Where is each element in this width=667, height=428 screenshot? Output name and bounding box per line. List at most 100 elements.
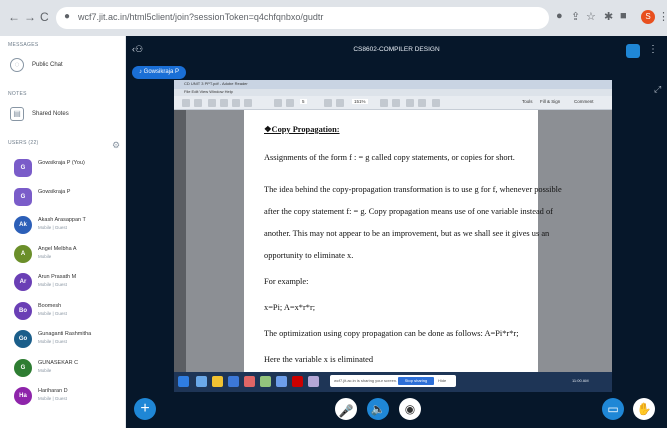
user-name: Gunaganti Rashmitha — [38, 331, 92, 337]
user-role: Mobile | Guest — [38, 339, 67, 344]
fit-page-icon[interactable] — [380, 99, 388, 107]
sharing-message: wcf7.jit.ac.in is sharing your screen. — [334, 378, 398, 383]
taskbar-app-icon[interactable] — [212, 376, 223, 387]
options-menu-icon[interactable]: ⋮ — [648, 44, 658, 58]
presenter-badge: ♪ Gowsikraja P — [132, 66, 187, 79]
user-list-item[interactable]: Ak Akash Arasappan T Mobile | Guest — [14, 215, 122, 241]
taskbar-app-icon[interactable] — [244, 376, 255, 387]
user-role: Mobile — [38, 367, 52, 373]
create-icon[interactable] — [194, 99, 202, 107]
notes-heading: NOTES — [8, 91, 27, 97]
fit-width-icon[interactable] — [392, 99, 400, 107]
pdf-gutter-right — [538, 110, 612, 372]
meeting-title: CS8602-COMPILER DESIGN — [353, 46, 440, 53]
window-icon[interactable]: ■ — [620, 10, 627, 22]
public-chat-label: Public Chat — [32, 62, 63, 68]
doc-line: Here the variable x is eliminated — [264, 355, 374, 364]
avatar: Ar — [14, 273, 32, 291]
email-icon[interactable] — [232, 99, 240, 107]
taskbar-app-icon[interactable] — [196, 376, 207, 387]
user-list-item[interactable]: G GUNASEKAR C Mobile — [14, 358, 122, 384]
user-name: Boomesh — [38, 302, 62, 309]
mute-button[interactable]: 🎤 — [335, 398, 357, 420]
star-icon[interactable]: ☆ — [586, 10, 596, 23]
pdf-toolbar: 5 151% Tools Fill & Sign Comment — [174, 96, 612, 110]
raise-hand-button[interactable]: ✋ — [633, 398, 655, 420]
leave-audio-button[interactable]: 🔈 — [367, 398, 389, 420]
doc-line: Assignments of the form f : = g called c… — [264, 153, 515, 162]
fullscreen-icon[interactable]: ⤢ — [654, 84, 661, 95]
taskbar-app-icon[interactable] — [228, 376, 239, 387]
reload-icon[interactable]: C — [40, 10, 49, 24]
user-list-item[interactable]: Ha Hariharan D Mobile | Guest — [14, 386, 122, 412]
fill-sign-tab[interactable]: Fill & Sign — [540, 99, 560, 104]
lock-icon: ● — [64, 11, 71, 22]
key-icon[interactable]: ● — [556, 10, 563, 22]
comment-tab[interactable]: Comment — [574, 99, 594, 104]
address-bar[interactable]: ● wcf7.jit.ac.in/html5client/join?sessio… — [56, 7, 549, 29]
highlight-icon[interactable] — [418, 99, 426, 107]
user-list-item[interactable]: Bo Boomesh Mobile | Guest — [14, 301, 122, 327]
pdf-gutter-left — [186, 110, 244, 372]
sign-icon[interactable] — [432, 99, 440, 107]
avatar: G — [14, 159, 32, 177]
pdf-page: ❖Copy Propagation: Assignments of the fo… — [244, 110, 562, 372]
connection-status-icon[interactable] — [626, 44, 640, 58]
taskbar-app-icon[interactable] — [276, 376, 287, 387]
taskbar-app-icon[interactable] — [308, 376, 319, 387]
zoom-level[interactable]: 151% — [352, 99, 368, 104]
gear-icon[interactable]: ⚙ — [112, 140, 120, 151]
taskbar-app-icon[interactable] — [292, 376, 303, 387]
open-icon[interactable] — [182, 99, 190, 107]
share-icon[interactable]: ⇪ — [571, 10, 580, 23]
public-chat-item[interactable]: ◌ Public Chat — [10, 58, 63, 72]
chat-icon: ◌ — [10, 58, 24, 72]
shared-notes-label: Shared Notes — [32, 111, 69, 117]
user-name: Hariharan D — [38, 388, 68, 394]
screen-share-button[interactable]: ▭ — [602, 398, 624, 420]
next-page-icon[interactable] — [286, 99, 294, 107]
menu-icon[interactable]: ⋮ — [658, 10, 667, 23]
doc-line: another. This may not appear to be an im… — [264, 229, 550, 238]
avatar: G — [14, 358, 32, 377]
save-icon[interactable] — [208, 99, 216, 107]
forward-icon[interactable]: → — [24, 10, 36, 24]
tools-tab[interactable]: Tools — [522, 99, 533, 104]
stop-sharing-button[interactable]: Stop sharing — [398, 377, 434, 385]
prev-page-icon[interactable] — [274, 99, 282, 107]
browser-toolbar: ← → C ● wcf7.jit.ac.in/html5client/join?… — [0, 0, 667, 36]
shared-notes-item[interactable]: ▤ Shared Notes — [10, 107, 69, 121]
side-panel: MESSAGES ◌ Public Chat NOTES ▤ Shared No… — [0, 36, 126, 428]
hide-button[interactable]: Hide — [438, 378, 446, 383]
profile-avatar[interactable]: S — [641, 10, 655, 24]
print-icon[interactable] — [220, 99, 228, 107]
notes-icon: ▤ — [10, 107, 24, 121]
start-icon[interactable] — [178, 376, 189, 387]
avatar: Ha — [14, 387, 32, 405]
upload-icon[interactable] — [244, 99, 252, 107]
pdf-titlebar: CD UNIT 3 PPT.pdf - Adobe Reader — [174, 80, 612, 89]
zoom-in-icon[interactable] — [336, 99, 344, 107]
page-number[interactable]: 5 — [300, 99, 307, 104]
back-icon[interactable]: ← — [8, 10, 20, 24]
user-role: Mobile | Guest — [38, 282, 67, 287]
user-name: Akash Arasappan T — [38, 217, 86, 223]
user-list-item[interactable]: Go Gunaganti Rashmitha Mobile | Guest — [14, 329, 122, 355]
user-role: Mobile | Guest — [38, 225, 67, 230]
presenter-name: Gowsikraja P — [143, 69, 180, 75]
doc-heading: ❖Copy Propagation: — [264, 125, 340, 134]
avatar: Ak — [14, 216, 32, 234]
user-name: Gowsikraja P — [38, 188, 71, 195]
actions-button[interactable]: + — [134, 398, 156, 420]
user-list-item[interactable]: A Angel Melbha A Mobile — [14, 244, 122, 270]
zoom-out-icon[interactable] — [324, 99, 332, 107]
doc-line: x=Pi; A=x*r*r; — [264, 303, 316, 312]
camera-button[interactable]: ◉ — [399, 398, 421, 420]
comment-icon[interactable] — [406, 99, 414, 107]
users-heading: USERS (22) — [8, 140, 39, 146]
user-list-item[interactable]: Ar Arun Prasath M Mobile | Guest — [14, 272, 122, 298]
taskbar-app-icon[interactable] — [260, 376, 271, 387]
user-list-item[interactable]: G Gowsikraja P — [14, 187, 122, 213]
extension-icon[interactable]: ✱ — [604, 10, 613, 23]
user-list-item[interactable]: G Gowsikraja P (You) — [14, 158, 122, 184]
